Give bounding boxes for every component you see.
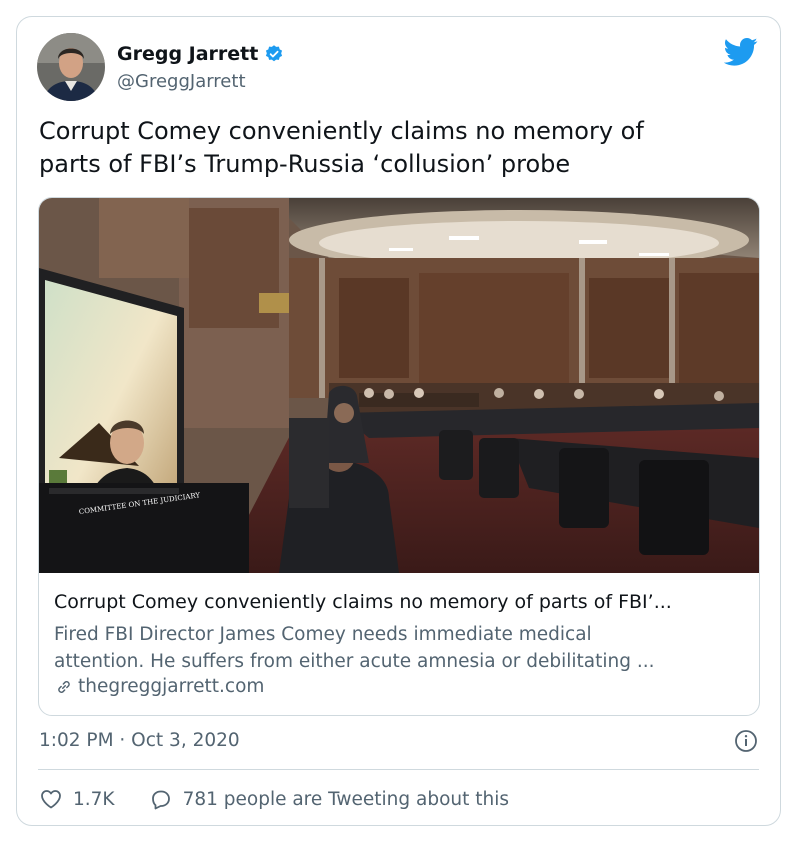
card-domain-text[interactable]: thegreggjarrett.com: [78, 676, 264, 697]
tweet-text-line: Corrupt Comey conveniently claims no mem…: [39, 117, 644, 145]
tweet-timestamp[interactable]: 1:02 PM · Oct 3, 2020: [39, 730, 240, 751]
tweet-text-line: parts of FBI’s Trump-Russia ‘collusion’ …: [39, 150, 571, 178]
reply-bubble-icon: [151, 790, 170, 810]
tweeting-about-text[interactable]: 781 people are Tweeting about this: [183, 789, 509, 810]
author-handle[interactable]: @GreggJarrett: [117, 71, 246, 92]
author-name-row[interactable]: Gregg Jarrett: [117, 43, 284, 65]
card-description: Fired FBI Director James Comey needs imm…: [54, 621, 746, 675]
like-count[interactable]: 1.7K: [73, 789, 115, 810]
divider: [38, 769, 759, 770]
card-domain[interactable]: thegreggjarrett.com: [54, 676, 264, 697]
action-bar: 1.7K 781 people are Tweeting about this: [39, 787, 509, 811]
tweeting-about-link[interactable]: 781 people are Tweeting about this: [149, 787, 509, 811]
card-title[interactable]: Corrupt Comey conveniently claims no mem…: [54, 591, 746, 613]
link-card[interactable]: COMMITTEE ON THE JUDICIARY Corrupt Comey…: [38, 197, 760, 716]
tweet-text: Corrupt Comey conveniently claims no mem…: [39, 115, 739, 181]
card-description-line: Fired FBI Director James Comey needs imm…: [54, 624, 592, 645]
author-name[interactable]: Gregg Jarrett: [117, 43, 258, 65]
like-button[interactable]: 1.7K: [39, 787, 115, 811]
tweet-embed: Gregg Jarrett @GreggJarrett Corrupt Come…: [16, 16, 781, 826]
card-description-line: attention. He suffers from either acute …: [54, 651, 655, 672]
twitter-bird-icon[interactable]: [724, 37, 758, 67]
verified-badge-icon: [266, 45, 283, 62]
card-image[interactable]: COMMITTEE ON THE JUDICIARY: [39, 198, 759, 573]
info-icon[interactable]: [734, 729, 758, 753]
avatar[interactable]: [37, 33, 105, 101]
link-icon: [58, 680, 70, 693]
heart-icon: [41, 790, 61, 809]
